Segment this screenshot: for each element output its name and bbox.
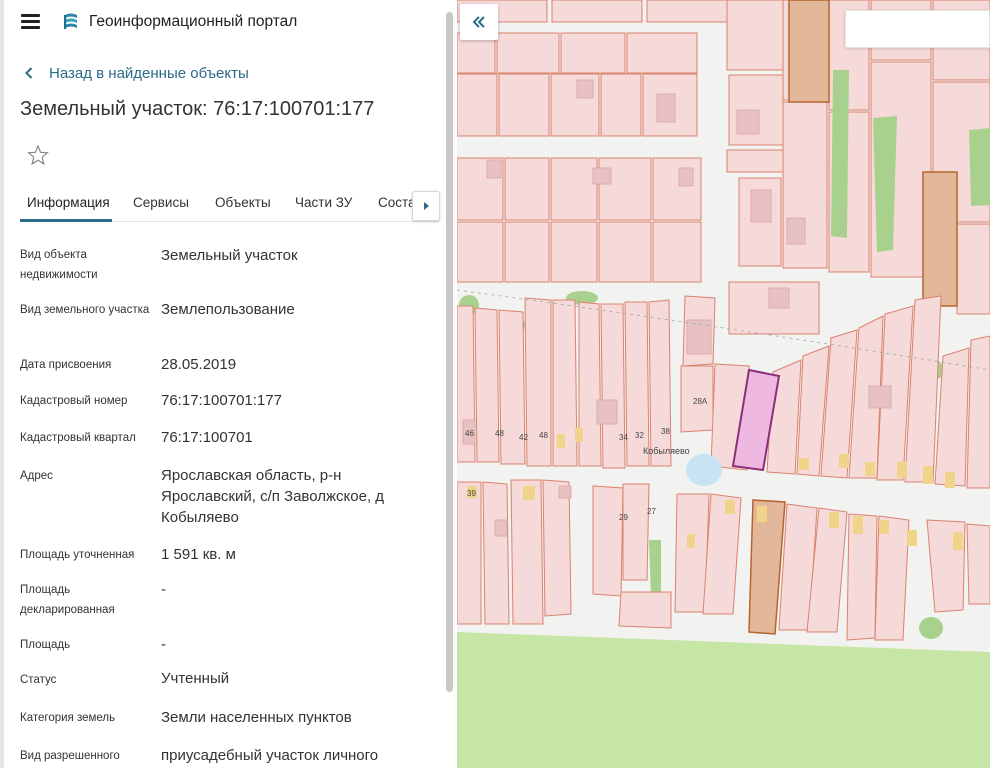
prop-value-object-type: Земельный участок bbox=[161, 247, 298, 264]
prop-value-address: Ярославская область, р-н Ярославский, с/… bbox=[161, 467, 385, 526]
panel-scrollbar[interactable] bbox=[446, 12, 453, 692]
prop-value-area: - bbox=[161, 636, 166, 653]
portal-logo-icon bbox=[64, 13, 77, 29]
parcel-group-north bbox=[457, 0, 990, 335]
prop-value-assigned-date: 28.05.2019 bbox=[161, 356, 237, 373]
page-title: Земельный участок: 76:17:100701:177 bbox=[20, 98, 375, 120]
meadow-area bbox=[457, 632, 990, 768]
pond bbox=[686, 454, 722, 486]
info-panel: Геоинформационный портал Назад в найденн… bbox=[0, 0, 456, 768]
map-label-29: 29 bbox=[619, 513, 628, 522]
prop-value-area-declared: - bbox=[161, 581, 166, 598]
prop-value-area-specified: 1 591 кв. м bbox=[161, 546, 236, 563]
prop-value-cadastral-block: 76:17:100701 bbox=[161, 429, 253, 446]
tab-bar: Информация Сервисы Объекты Части ЗУ Сост… bbox=[20, 188, 440, 222]
prop-label-address: Адрес bbox=[20, 470, 53, 482]
map-canvas[interactable]: 28А 46 48 42 48 34 32 38 39 29 27 Кобыля… bbox=[457, 0, 990, 768]
star-icon[interactable] bbox=[27, 144, 49, 166]
back-to-results-link[interactable]: Назад в найденные объекты bbox=[24, 63, 249, 83]
tab-information[interactable]: Информация bbox=[27, 195, 110, 210]
panel-edge bbox=[0, 0, 4, 768]
highlighted-parcel bbox=[922, 171, 958, 307]
prop-label-parcel-type: Вид земельного участка bbox=[20, 304, 150, 316]
parcel-group-center bbox=[457, 295, 990, 641]
tab-scroll-button[interactable] bbox=[412, 191, 440, 221]
prop-label-area: Площадь bbox=[20, 639, 71, 651]
collapse-panel-button[interactable] bbox=[460, 4, 498, 40]
prop-label-area-declared: Площадь декларированная bbox=[20, 584, 115, 616]
prop-label-area-specified: Площадь уточненная bbox=[20, 549, 135, 561]
prop-value-cadastral-number: 76:17:100701:177 bbox=[161, 392, 282, 409]
prop-label-cadastral-block: Кадастровый квартал bbox=[20, 432, 136, 444]
tab-composition[interactable]: Соста bbox=[378, 195, 416, 210]
chevron-left-icon bbox=[25, 67, 33, 79]
prop-value-status: Учтенный bbox=[161, 670, 230, 687]
active-tab-indicator bbox=[20, 219, 112, 222]
map-label-village: Кобыляево bbox=[643, 446, 690, 456]
map-label-28a: 28А bbox=[693, 397, 708, 406]
double-chevron-left-icon bbox=[472, 16, 485, 28]
map-label-32: 32 bbox=[635, 431, 644, 440]
cadastral-map[interactable]: 28А 46 48 42 48 34 32 38 39 29 27 Кобыля… bbox=[457, 0, 990, 768]
top-bar: Геоинформационный портал bbox=[0, 0, 456, 44]
map-label-48b: 48 bbox=[539, 431, 548, 440]
portal-title: Геоинформационный портал bbox=[89, 13, 298, 30]
prop-value-land-category: Земли населенных пунктов bbox=[161, 709, 352, 726]
prop-label-permitted-use: Вид разрешенного bbox=[20, 750, 120, 762]
map-label-42: 42 bbox=[519, 433, 528, 442]
prop-value-parcel-type: Землепользование bbox=[161, 301, 295, 318]
map-search-input[interactable] bbox=[845, 10, 990, 48]
map-label-46: 46 bbox=[465, 429, 474, 438]
map-label-38: 38 bbox=[661, 427, 670, 436]
tab-services[interactable]: Сервисы bbox=[133, 195, 189, 210]
prop-value-permitted-use: приусадебный участок личного bbox=[161, 747, 379, 764]
prop-label-cadastral-number: Кадастровый номер bbox=[20, 395, 128, 407]
map-label-39: 39 bbox=[467, 489, 476, 498]
map-label-34: 34 bbox=[619, 433, 628, 442]
map-label-27: 27 bbox=[647, 507, 656, 516]
hamburger-icon[interactable] bbox=[21, 14, 40, 29]
tab-parcel-parts[interactable]: Части ЗУ bbox=[295, 195, 352, 210]
back-link-label: Назад в найденные объекты bbox=[49, 64, 249, 82]
tab-objects[interactable]: Объекты bbox=[215, 195, 271, 210]
prop-label-object-type: Вид объекта недвижимости bbox=[20, 249, 98, 281]
prop-label-status: Статус bbox=[20, 674, 57, 686]
caret-right-icon bbox=[424, 202, 429, 210]
prop-label-land-category: Категория земель bbox=[20, 712, 116, 724]
prop-label-assigned-date: Дата присвоения bbox=[20, 359, 112, 371]
highlighted-parcel bbox=[788, 0, 830, 103]
map-label-48a: 48 bbox=[495, 429, 504, 438]
